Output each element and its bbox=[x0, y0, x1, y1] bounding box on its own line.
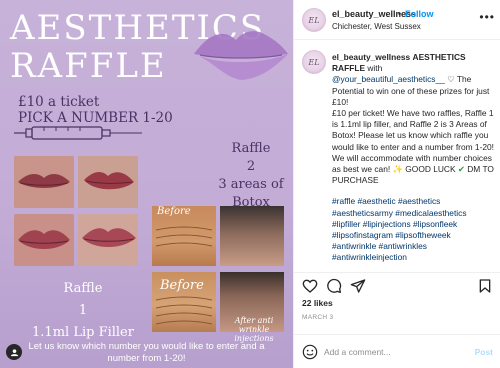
emoji-icon[interactable] bbox=[302, 344, 318, 360]
caption-avatar[interactable]: EL bbox=[302, 50, 326, 74]
lips-graphic bbox=[194, 31, 288, 80]
image-caption-overlay: Let us know which number you would like … bbox=[28, 341, 265, 364]
caption-hashtags[interactable]: #raffle #aesthetic #aesthetics #aestheti… bbox=[332, 196, 495, 263]
comment-bar: Post bbox=[294, 334, 500, 368]
lip-photo bbox=[14, 214, 74, 266]
post-date: MARCH 3 bbox=[302, 314, 334, 321]
caption-good-luck: GOOD LUCK bbox=[405, 164, 456, 175]
raffle-2-line-3: 3 areas of bbox=[218, 177, 284, 192]
raffle-2-text: Raffle 2 3 areas of Botox bbox=[206, 140, 293, 212]
avatar-monogram: EL bbox=[308, 57, 320, 67]
post-header: EL el_beauty_wellness • Follow Chicheste… bbox=[294, 0, 500, 40]
caption-username[interactable]: el_beauty_wellness bbox=[332, 52, 410, 62]
sparkle-emoji-icon: ✨ bbox=[392, 164, 403, 175]
raffle-1-text: Raffle 1 1.1ml Lip Filler bbox=[8, 278, 158, 344]
avatar-monogram: EL bbox=[308, 15, 320, 25]
lip-photo bbox=[78, 156, 138, 208]
header-separator: • bbox=[398, 9, 402, 19]
post-image[interactable]: AESTHETICS RAFFLE £10 a ticket PICK A NU… bbox=[0, 0, 293, 368]
caption-with: with bbox=[367, 63, 383, 74]
more-horizontal-icon[interactable]: ••• bbox=[479, 10, 495, 24]
heart-icon[interactable] bbox=[302, 278, 318, 294]
heart-emoji: ♡ bbox=[447, 74, 455, 85]
before-label-2: Before bbox=[160, 278, 204, 293]
caption: el_beauty_wellness AESTHETICS RAFFLE wit… bbox=[332, 52, 495, 272]
paper-plane-icon[interactable] bbox=[350, 278, 366, 294]
post-side-panel: EL el_beauty_wellness • Follow Chicheste… bbox=[293, 0, 500, 368]
syringe-graphic bbox=[14, 126, 142, 140]
image-title-line-2: RAFFLE bbox=[10, 46, 167, 86]
comment-icon[interactable] bbox=[326, 278, 342, 294]
post-comment-button[interactable]: Post bbox=[475, 347, 493, 357]
caption-mention[interactable]: @your_beautiful_aesthetics__ bbox=[332, 74, 445, 84]
raffle-1-line-1: Raffle bbox=[63, 281, 103, 296]
comment-input[interactable] bbox=[324, 344, 454, 360]
check-emoji-icon: ✔ bbox=[457, 164, 465, 175]
before-label-1: Before bbox=[157, 206, 191, 217]
after-photo-1 bbox=[220, 206, 284, 266]
lip-photo bbox=[78, 214, 138, 266]
avatar[interactable]: EL bbox=[302, 8, 326, 32]
user-tag-icon[interactable] bbox=[6, 344, 22, 360]
likes-count[interactable]: 22 likes bbox=[302, 298, 333, 308]
action-bar bbox=[294, 272, 500, 298]
raffle-1-line-2: 1 bbox=[78, 303, 88, 318]
raffle-2-line-2: 2 bbox=[246, 159, 256, 174]
raffle-2-line-1: Raffle bbox=[231, 141, 271, 156]
price-line-1: £10 a ticket bbox=[18, 94, 100, 110]
header-username[interactable]: el_beauty_wellness bbox=[332, 9, 416, 19]
follow-button[interactable]: Follow bbox=[405, 9, 434, 19]
lip-photo bbox=[14, 156, 74, 208]
location-link[interactable]: Chichester, West Sussex bbox=[332, 22, 421, 31]
bookmark-icon[interactable] bbox=[477, 278, 493, 294]
